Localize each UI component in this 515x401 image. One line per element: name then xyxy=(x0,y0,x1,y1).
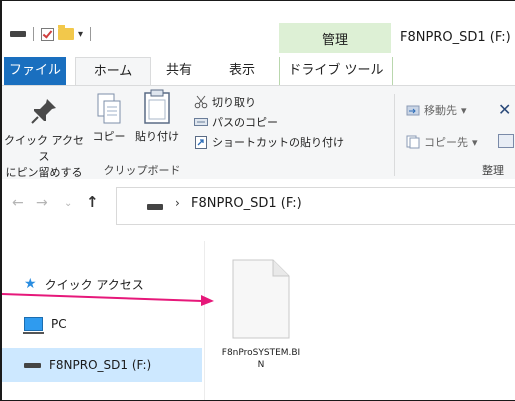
chevron-down-icon: ▾ xyxy=(472,135,478,149)
window-title: F8NPRO_SD1 (F:) xyxy=(400,30,511,45)
customize-qat-icon[interactable]: ▾ xyxy=(78,29,83,40)
nav-drive-label: F8NPRO_SD1 (F:) xyxy=(49,358,152,372)
copy-icon xyxy=(95,92,123,126)
new-folder-icon[interactable] xyxy=(58,25,74,40)
nav-pc-label: PC xyxy=(51,317,67,331)
nav-item-pc[interactable]: PC xyxy=(2,307,202,341)
address-row: ← → ⌄ ↑ › F8NPRO_SD1 (F:) xyxy=(2,179,515,231)
move-to-label: 移動先 xyxy=(424,104,457,117)
breadcrumb-drive[interactable]: F8NPRO_SD1 (F:) xyxy=(191,196,302,211)
drive-icon[interactable] xyxy=(10,31,26,37)
explorer-window: ▾ 管理 F8NPRO_SD1 (F:) ファイル ホーム 共有 表示 ドライブ… xyxy=(0,0,515,401)
copy-path-button[interactable]: パスのコピー xyxy=(194,112,344,132)
file-item[interactable]: F8nProSYSTEM.BIN xyxy=(216,259,306,371)
separator xyxy=(90,27,92,41)
document-icon xyxy=(231,259,291,339)
breadcrumb-chevron-icon[interactable]: › xyxy=(175,196,180,210)
chevron-down-icon: ▾ xyxy=(461,103,467,117)
copy-button[interactable]: コピー xyxy=(90,92,128,144)
copy-path-icon xyxy=(194,115,208,129)
cut-button[interactable]: 切り取り xyxy=(194,92,344,112)
properties-icon[interactable] xyxy=(41,27,54,41)
copy-to-icon xyxy=(406,135,420,149)
tab-share[interactable]: 共有 xyxy=(159,57,199,85)
paste-shortcut-label: ショートカットの貼り付け xyxy=(212,136,344,149)
paste-shortcut-button[interactable]: ショートカットの貼り付け xyxy=(194,132,344,152)
recent-locations-icon[interactable]: ⌄ xyxy=(64,198,72,209)
clipboard-group-label: クリップボード xyxy=(103,164,181,177)
move-to-button[interactable]: 移動先 ▾ xyxy=(406,102,467,118)
annotation-arrow xyxy=(2,293,214,306)
paste-button[interactable]: 貼り付け xyxy=(134,88,180,144)
tab-drive-tools[interactable]: ドライブ ツール xyxy=(279,57,393,85)
separator xyxy=(33,27,34,41)
nav-item-drive[interactable]: F8NPRO_SD1 (F:) xyxy=(2,348,202,382)
drive-icon xyxy=(24,362,41,368)
cut-label: 切り取り xyxy=(212,96,256,109)
copy-path-label: パスのコピー xyxy=(212,116,278,129)
clipboard-icon xyxy=(142,88,172,126)
up-arrow-icon[interactable]: ↑ xyxy=(86,193,99,211)
ribbon-home: クイック アクセス にピン留めする コピー 貼り付け 切り取り パスのコピー シ… xyxy=(2,85,515,181)
copy-to-label: コピー先 xyxy=(424,136,468,149)
pane-splitter[interactable] xyxy=(204,241,205,400)
tab-file[interactable]: ファイル xyxy=(4,57,66,85)
copy-to-button[interactable]: コピー先 ▾ xyxy=(406,134,478,150)
pc-icon xyxy=(23,317,44,334)
title-bar: ▾ 管理 F8NPRO_SD1 (F:) xyxy=(2,1,515,57)
navigation-pane: ★ クイック アクセス PC F8NPRO_SD1 (F:) xyxy=(2,241,202,400)
move-to-icon xyxy=(406,103,420,117)
ribbon-tabs: ファイル ホーム 共有 表示 ドライブ ツール xyxy=(2,57,515,86)
back-arrow-icon[interactable]: ← xyxy=(12,195,24,211)
file-name-label: F8nProSYSTEM.BIN xyxy=(221,348,301,370)
address-bar[interactable]: › F8NPRO_SD1 (F:) xyxy=(116,187,515,225)
delete-icon[interactable]: ✕ xyxy=(498,100,511,119)
paste-shortcut-icon xyxy=(194,135,208,149)
pin-icon xyxy=(29,96,59,126)
clipboard-small-commands: 切り取り パスのコピー ショートカットの貼り付け xyxy=(194,92,344,152)
manage-tab[interactable]: 管理 xyxy=(279,23,391,53)
organize-group-label: 整理 xyxy=(482,164,504,177)
paste-label: 貼り付け xyxy=(135,130,179,143)
drive-icon xyxy=(147,204,163,210)
quick-access-toolbar: ▾ xyxy=(10,25,94,41)
tab-view[interactable]: 表示 xyxy=(222,57,262,85)
manage-tab-label: 管理 xyxy=(321,33,348,48)
pin-label-line1: クイック アクセス xyxy=(4,134,84,163)
copy-label: コピー xyxy=(92,130,126,143)
group-divider xyxy=(394,94,395,176)
rename-icon[interactable] xyxy=(498,134,514,148)
scissors-icon xyxy=(194,95,208,109)
forward-arrow-icon[interactable]: → xyxy=(36,195,48,211)
tab-home[interactable]: ホーム xyxy=(75,57,151,86)
